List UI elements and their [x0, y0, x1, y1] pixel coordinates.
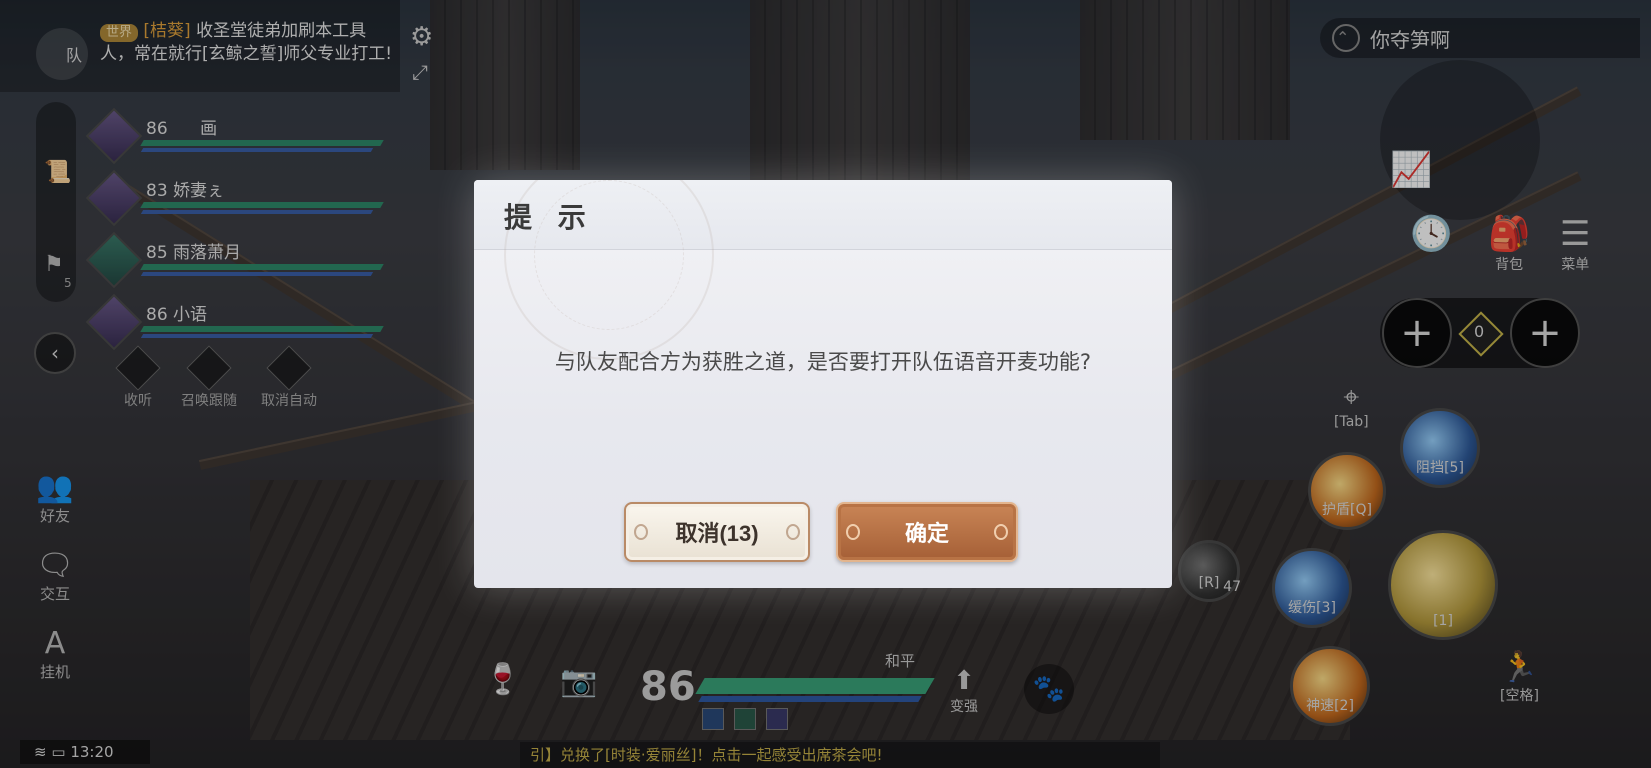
button-cap-right [786, 524, 800, 540]
button-cap-left [634, 524, 648, 540]
cancel-button[interactable]: 取消(13) [624, 502, 810, 562]
voice-prompt-dialog: 提 示 与队友配合方为获胜之道，是否要打开队伍语音开麦功能? 取消(13) 确定 [474, 180, 1172, 588]
button-cap-left [846, 524, 860, 540]
dialog-title: 提 示 [504, 201, 594, 234]
dialog-message: 与队友配合方为获胜之道，是否要打开队伍语音开麦功能? [554, 350, 1092, 374]
button-cap-right [994, 524, 1008, 540]
dialog-header: 提 示 [474, 180, 1172, 360]
confirm-button[interactable]: 确定 [836, 502, 1018, 562]
confirm-button-label: 确定 [904, 521, 949, 546]
cancel-button-label: 取消(13) [675, 521, 759, 546]
